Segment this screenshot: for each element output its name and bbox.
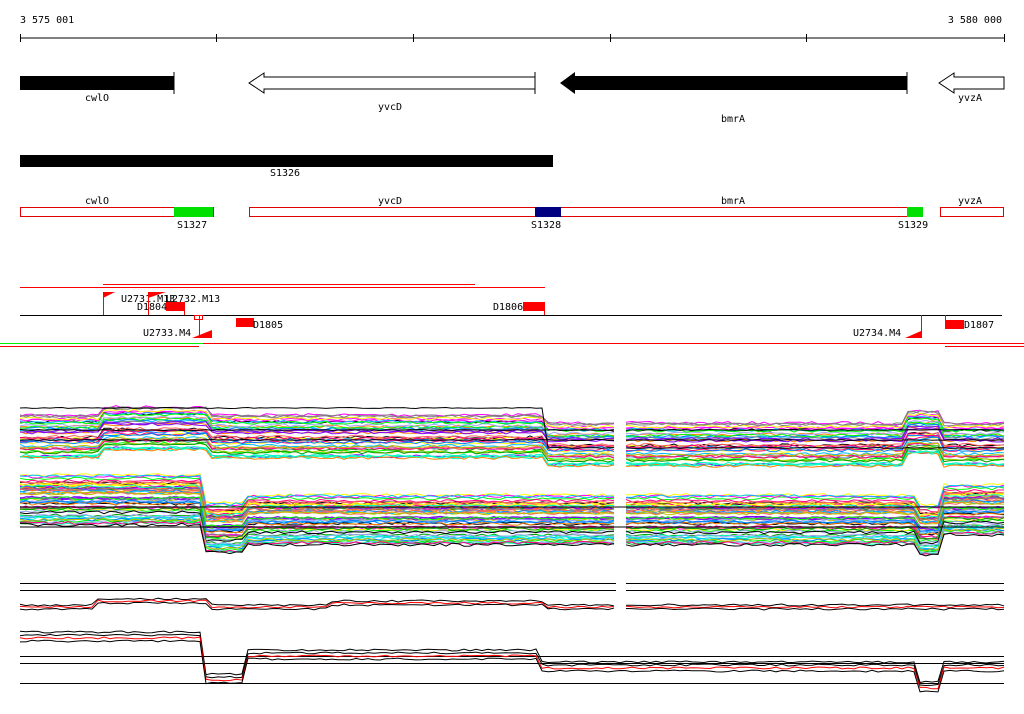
expression-profiles	[19, 405, 1005, 557]
gene-cwlO[interactable]: cwlO	[20, 72, 175, 104]
genome-browser-view: 3 575 001 3 580 000 cwlO yvcD bmrA yvzA …	[0, 15, 1024, 693]
profile-line	[625, 410, 1005, 427]
profile-line	[625, 605, 1005, 609]
profile-line	[625, 428, 1005, 431]
profile-line	[19, 633, 1005, 687]
gene-box[interactable]	[249, 207, 923, 217]
gene-box-label: yvzA	[958, 196, 982, 207]
svg-text:U2734.M4: U2734.M4	[853, 328, 901, 339]
gene-box-label: bmrA	[721, 196, 745, 207]
svg-text:D1805: D1805	[253, 320, 283, 331]
gene-yvzA[interactable]: yvzA	[938, 72, 1005, 104]
profile-line	[20, 639, 1005, 693]
segment-label: S1327	[177, 220, 207, 231]
svg-text:cwlO: cwlO	[85, 93, 109, 104]
feature-U2733[interactable]: U2733.M4	[143, 315, 212, 339]
segment-S1326[interactable]: S1326	[20, 155, 553, 179]
profile-line	[19, 438, 614, 442]
segment-label: S1329	[898, 220, 928, 231]
svg-text:yvzA: yvzA	[958, 93, 982, 104]
expression-profiles-summary	[19, 583, 1005, 693]
feature-D1804[interactable]: D1804	[137, 302, 185, 315]
feature-U2734[interactable]: U2734.M4	[853, 315, 922, 339]
svg-text:D1804: D1804	[137, 302, 167, 313]
segment-S1327[interactable]	[174, 207, 213, 217]
segment-S1329[interactable]	[907, 207, 923, 217]
profile-line	[625, 607, 1005, 611]
ruler: 3 575 001 3 580 000	[20, 15, 1005, 42]
gene-box-track: cwlO yvcD bmrA yvzA S1327 S1328 S1329	[20, 196, 1004, 231]
profile-line	[625, 413, 1005, 430]
gene-box[interactable]	[940, 207, 1004, 217]
gene-yvcD[interactable]: yvcD	[248, 72, 536, 113]
feature-track: U2731.M13 U2732.M13 D1804 D1806 U2733.M4…	[0, 284, 1024, 347]
ruler-end-label: 3 580 000	[948, 15, 1002, 26]
svg-text:S1326: S1326	[270, 168, 300, 179]
ruler-start-label: 3 575 001	[20, 15, 74, 26]
segment-S1328[interactable]	[535, 207, 561, 217]
gene-box-label: cwlO	[85, 196, 109, 207]
svg-text:U2733.M4: U2733.M4	[143, 328, 191, 339]
feature-D1806[interactable]: D1806	[493, 302, 545, 315]
feature-D1807[interactable]: D1807	[945, 315, 994, 331]
svg-text:D1807: D1807	[964, 320, 994, 331]
profile-line	[625, 603, 1005, 607]
segment-label: S1328	[531, 220, 561, 231]
svg-text:D1806: D1806	[493, 302, 523, 313]
svg-text:bmrA: bmrA	[721, 114, 745, 125]
gene-bmrA[interactable]: bmrA	[560, 72, 908, 125]
gene-track: cwlO yvcD bmrA yvzA	[20, 72, 1005, 125]
gene-box-label: yvcD	[378, 196, 402, 207]
feature-D1805[interactable]: D1805	[236, 318, 283, 331]
svg-text:yvcD: yvcD	[378, 102, 402, 113]
